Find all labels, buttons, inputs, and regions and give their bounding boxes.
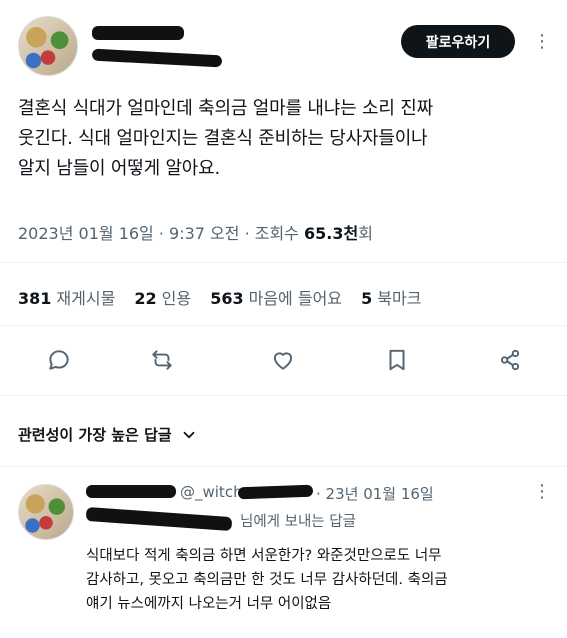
like-count[interactable]: 563 마음에 들어요 xyxy=(210,289,342,308)
reply-line: 식대보다 적게 축의금 하면 서운한가? 와준것만으로도 너무 xyxy=(86,548,442,564)
tweet-line: 알지 남들이 어떻게 알아요. xyxy=(18,158,221,179)
author-avatar[interactable] xyxy=(18,16,78,76)
reply-name-redacted xyxy=(86,485,176,498)
engagement-stats: 381 재게시물 22 인용 563 마음에 들어요 5 북마크 xyxy=(18,285,435,309)
chevron-down-icon xyxy=(183,431,195,438)
divider xyxy=(0,395,567,396)
bookmark-count[interactable]: 5 북마크 xyxy=(361,289,421,308)
share-icon[interactable] xyxy=(497,347,523,377)
quote-count[interactable]: 22 인용 xyxy=(134,289,191,308)
follow-button[interactable]: 팔로우하기 xyxy=(401,25,515,58)
more-icon[interactable]: ⋮ xyxy=(533,33,551,51)
replying-to-redacted xyxy=(85,506,233,532)
reply-date[interactable]: · 23년 01월 16일 xyxy=(316,483,434,504)
reply-line: 얘기 뉴스에까지 나오는거 너무 어이없음 xyxy=(86,596,332,612)
reply-handle[interactable]: @_witch xyxy=(180,483,243,501)
divider xyxy=(0,262,567,263)
reply-icon[interactable] xyxy=(46,347,72,377)
reply-handle-redacted xyxy=(237,484,314,500)
tweet-views: 65.3천 xyxy=(304,224,359,243)
reply-header: @_witch xyxy=(180,483,243,501)
reply-sort-label: 관련성이 가장 높은 답글 xyxy=(18,426,172,444)
reply-avatar[interactable] xyxy=(18,484,74,540)
tweet-views-suffix: 회 xyxy=(358,224,373,243)
tweet-text: 결혼식 식대가 얼마인데 축의금 얼마를 내냐는 소리 진짜 웃긴다. 식대 얼… xyxy=(18,94,558,184)
author-name-redacted xyxy=(92,26,184,40)
reply-text: 식대보다 적게 축의금 하면 서운한가? 와준것만으로도 너무 감사하고, 못오… xyxy=(86,544,561,616)
tweet-line: 결혼식 식대가 얼마인데 축의금 얼마를 내냐는 소리 진짜 xyxy=(18,98,433,119)
like-icon[interactable] xyxy=(270,347,296,377)
reply-more-icon[interactable]: ⋮ xyxy=(533,483,551,501)
retweet-count[interactable]: 381 재게시물 xyxy=(18,289,115,308)
author-handle-redacted xyxy=(91,48,223,68)
reply-line: 감사하고, 못오고 축의금만 한 것도 너무 감사하던데. 축의금 xyxy=(86,572,448,588)
retweet-icon[interactable] xyxy=(149,347,175,377)
bookmark-icon[interactable] xyxy=(384,347,410,377)
tweet-meta: 2023년 01월 16일 · 9:37 오전 · 조회수 65.3천회 xyxy=(18,220,373,244)
divider xyxy=(0,325,567,326)
reply-sort-selector[interactable]: 관련성이 가장 높은 답글 xyxy=(18,424,198,445)
tweet-date[interactable]: 2023년 01월 16일 · 9:37 오전 · 조회수 xyxy=(18,224,304,243)
divider xyxy=(0,466,567,467)
tweet-line: 웃긴다. 식대 얼마인지는 결혼식 준비하는 당사자들이나 xyxy=(18,128,428,149)
replying-to-text: 님에게 보내는 답글 xyxy=(240,514,356,530)
